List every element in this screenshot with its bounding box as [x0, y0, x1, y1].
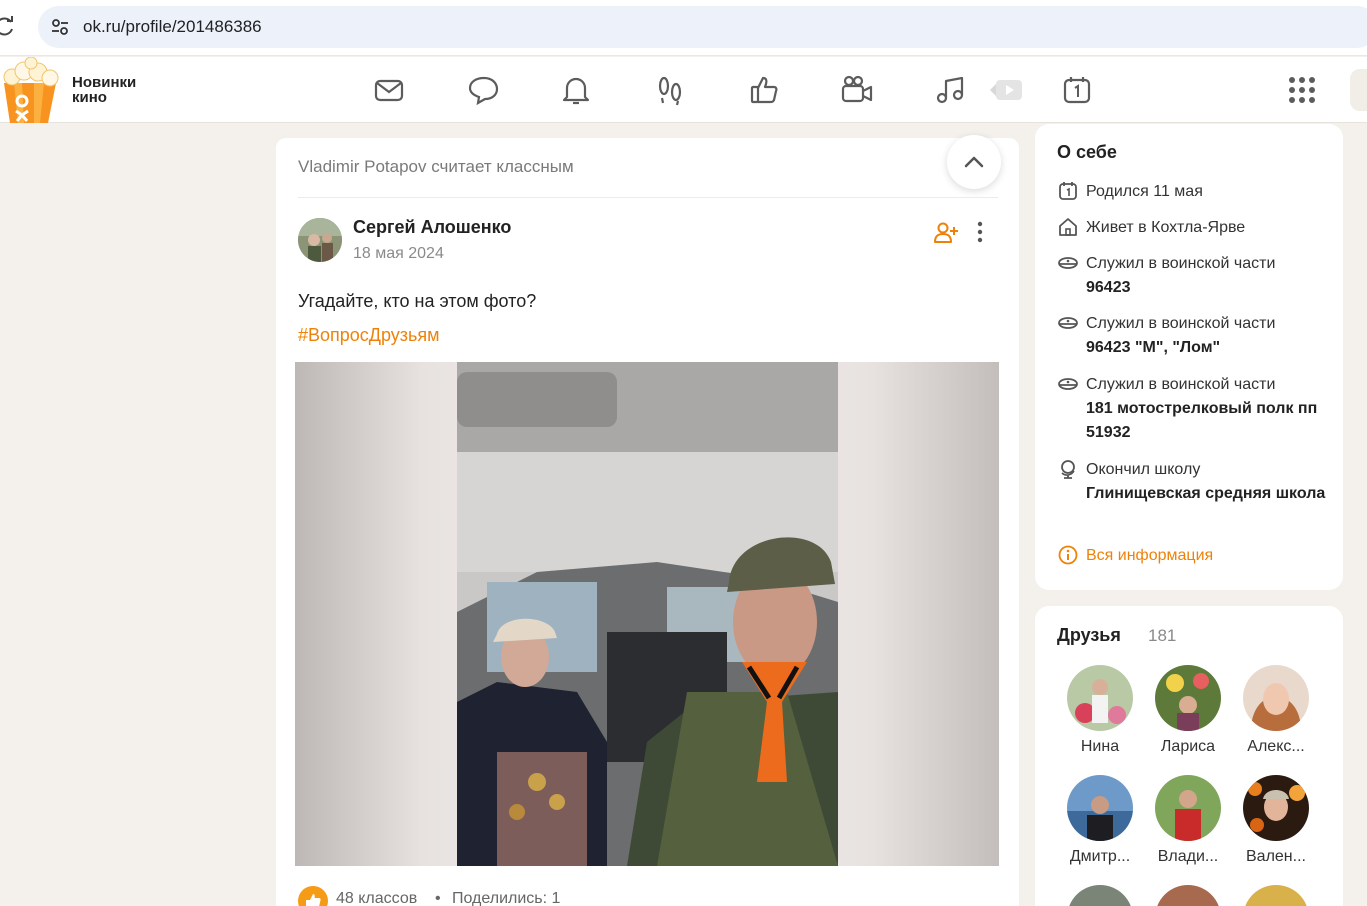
- collapse-button[interactable]: [947, 135, 1001, 189]
- shares-count[interactable]: Поделились: 1: [452, 890, 560, 906]
- about-item-value[interactable]: 96423: [1086, 276, 1336, 300]
- friend-name[interactable]: Алекс...: [1236, 738, 1316, 756]
- friends-count[interactable]: 181: [1148, 626, 1176, 646]
- friend-name[interactable]: Влади...: [1148, 848, 1228, 866]
- friend-avatar[interactable]: [1067, 885, 1133, 906]
- friend-avatar[interactable]: [1155, 665, 1221, 731]
- friend-avatar[interactable]: [1243, 885, 1309, 906]
- about-item-text: Служил в воинской части: [1086, 255, 1276, 272]
- likes-count[interactable]: 48 классов: [336, 890, 417, 906]
- military-cap-icon: [1058, 257, 1078, 269]
- friends-title[interactable]: Друзья: [1057, 625, 1121, 646]
- post-photo[interactable]: [457, 362, 838, 866]
- friend-name[interactable]: Нина: [1060, 738, 1140, 756]
- all-info-label[interactable]: Вся информация: [1086, 544, 1213, 568]
- post-photo-frame[interactable]: [295, 362, 999, 866]
- thumbs-up-icon[interactable]: [747, 73, 781, 107]
- friend-avatar[interactable]: [1155, 885, 1221, 906]
- about-card: О себе Родился 11 мая Живет в Кохтла-Ярв…: [1035, 124, 1343, 590]
- birthday-calendar-icon: [1059, 182, 1077, 200]
- play-icon[interactable]: [988, 73, 1022, 107]
- friend-avatar[interactable]: [1155, 775, 1221, 841]
- chevron-up-icon: [964, 156, 984, 168]
- friend-avatar[interactable]: [1067, 775, 1133, 841]
- about-item-text: Окончил школу: [1086, 461, 1201, 478]
- about-item-text: Служил в воинской части: [1086, 376, 1276, 393]
- military-cap-icon: [1058, 317, 1078, 329]
- address-bar[interactable]: ok.ru/profile/201486386: [38, 6, 1367, 48]
- post-text: Угадайте, кто на этом фото?: [298, 291, 537, 311]
- feed-post-card: Vladimir Potapov считает классным Сергей…: [276, 135, 1019, 906]
- about-title: О себе: [1057, 142, 1117, 162]
- mail-icon[interactable]: [372, 73, 406, 107]
- chat-icon[interactable]: [466, 73, 500, 107]
- more-options-icon[interactable]: [970, 220, 990, 246]
- friend-name[interactable]: Лариса: [1148, 738, 1228, 756]
- about-item-value[interactable]: Глинищевская средняя школа: [1086, 482, 1336, 506]
- divider: [298, 197, 998, 198]
- video-camera-icon[interactable]: [840, 73, 874, 107]
- promo-new-movies[interactable]: Новинки кино: [72, 75, 162, 105]
- site-settings-icon[interactable]: [50, 17, 70, 37]
- post-hashtag[interactable]: #ВопросДрузьям: [298, 325, 440, 346]
- friend-avatar[interactable]: [1067, 665, 1133, 731]
- about-item-text: Родился 11 мая: [1086, 183, 1203, 200]
- site-header: Новинки кино: [0, 57, 1367, 123]
- url-text: ok.ru/profile/201486386: [83, 17, 262, 36]
- header-right-control[interactable]: [1350, 69, 1367, 111]
- add-friend-icon[interactable]: [933, 220, 959, 246]
- post-date[interactable]: 18 мая 2024: [353, 245, 444, 263]
- music-icon[interactable]: [933, 73, 967, 107]
- browser-toolbar: ok.ru/profile/201486386: [0, 0, 1367, 56]
- calendar-icon[interactable]: [1060, 73, 1094, 107]
- reload-icon[interactable]: [0, 16, 16, 38]
- info-icon: [1058, 545, 1078, 565]
- about-item-value[interactable]: 181 мотострелковый полк пп 51932: [1086, 397, 1336, 445]
- friend-name[interactable]: Дмитр...: [1060, 848, 1140, 866]
- about-item-text: Живет в Кохтла-Ярве: [1086, 219, 1246, 236]
- bell-icon[interactable]: [559, 73, 593, 107]
- friend-avatar[interactable]: [1243, 775, 1309, 841]
- footer-separator: •: [435, 890, 441, 906]
- apps-grid-icon[interactable]: [1285, 73, 1319, 107]
- globe-school-icon: [1061, 460, 1075, 479]
- liked-by-line[interactable]: Vladimir Potapov считает классным: [298, 157, 574, 177]
- popcorn-ok-logo-icon[interactable]: [0, 57, 64, 123]
- like-class-icon[interactable]: [298, 886, 328, 906]
- author-avatar[interactable]: [298, 218, 342, 262]
- friends-card: Друзья 181 Нина Лариса Алекс... Дмитр...…: [1035, 606, 1343, 906]
- military-cap-icon: [1058, 378, 1078, 390]
- footprints-icon[interactable]: [653, 73, 687, 107]
- friend-avatar[interactable]: [1243, 665, 1309, 731]
- friend-name[interactable]: Вален...: [1236, 848, 1316, 866]
- author-name[interactable]: Сергей Алошенко: [353, 217, 511, 238]
- about-item-text: Служил в воинской части: [1086, 315, 1276, 332]
- home-icon: [1059, 218, 1077, 236]
- about-item-value[interactable]: 96423 "М", "Лом": [1086, 336, 1336, 360]
